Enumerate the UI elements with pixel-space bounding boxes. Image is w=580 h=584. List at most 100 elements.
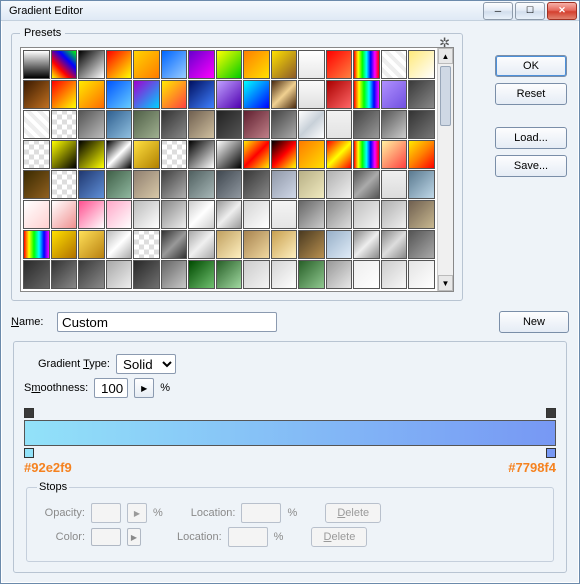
preset-swatch[interactable] (188, 260, 215, 289)
preset-swatch[interactable] (133, 140, 160, 169)
preset-swatch[interactable] (133, 50, 160, 79)
preset-swatch[interactable] (353, 50, 380, 79)
close-button[interactable]: ✕ (547, 2, 577, 20)
preset-swatch[interactable] (298, 200, 325, 229)
preset-swatch[interactable] (353, 230, 380, 259)
preset-swatch[interactable] (243, 170, 270, 199)
preset-swatch[interactable] (243, 80, 270, 109)
reset-button[interactable]: Reset (495, 83, 567, 105)
preset-swatch[interactable] (216, 230, 243, 259)
preset-swatch[interactable] (271, 140, 298, 169)
scroll-thumb[interactable] (440, 66, 451, 126)
preset-swatch[interactable] (298, 170, 325, 199)
preset-swatch[interactable] (381, 140, 408, 169)
preset-swatch[interactable] (216, 80, 243, 109)
preset-swatch[interactable] (408, 110, 435, 139)
preset-swatch[interactable] (216, 140, 243, 169)
preset-swatch[interactable] (216, 50, 243, 79)
preset-swatch[interactable] (216, 200, 243, 229)
opacity-stop-left[interactable] (24, 408, 34, 418)
minimize-button[interactable]: ─ (483, 2, 513, 20)
preset-swatch[interactable] (408, 260, 435, 289)
preset-swatch[interactable] (78, 200, 105, 229)
preset-swatch[interactable] (106, 110, 133, 139)
preset-swatch[interactable] (188, 170, 215, 199)
preset-swatch[interactable] (381, 260, 408, 289)
preset-swatch[interactable] (381, 80, 408, 109)
preset-swatch[interactable] (78, 230, 105, 259)
preset-swatch[interactable] (381, 170, 408, 199)
preset-swatch[interactable] (133, 170, 160, 199)
preset-swatch[interactable] (216, 170, 243, 199)
preset-swatch[interactable] (51, 170, 78, 199)
preset-swatch[interactable] (133, 80, 160, 109)
preset-swatch[interactable] (353, 260, 380, 289)
preset-swatch[interactable] (271, 80, 298, 109)
preset-swatch[interactable] (243, 140, 270, 169)
gradient-bar[interactable] (24, 420, 556, 446)
preset-swatch[interactable] (326, 50, 353, 79)
preset-swatch[interactable] (106, 200, 133, 229)
color-stop-right[interactable] (546, 448, 556, 458)
scroll-track[interactable] (438, 64, 453, 275)
preset-swatch[interactable] (161, 140, 188, 169)
presets-menu-icon[interactable]: ✲ (439, 35, 450, 51)
smoothness-stepper[interactable]: ▶ (134, 378, 154, 398)
preset-swatch[interactable] (353, 200, 380, 229)
maximize-button[interactable]: ☐ (515, 2, 545, 20)
preset-swatch[interactable] (188, 230, 215, 259)
ok-button[interactable]: OK (495, 55, 567, 77)
preset-swatch[interactable] (243, 260, 270, 289)
preset-swatch[interactable] (161, 260, 188, 289)
preset-swatch[interactable] (161, 230, 188, 259)
preset-swatch[interactable] (51, 230, 78, 259)
preset-swatch[interactable] (298, 50, 325, 79)
preset-swatch[interactable] (51, 140, 78, 169)
preset-swatch[interactable] (326, 110, 353, 139)
preset-swatch[interactable] (23, 110, 50, 139)
preset-swatch[interactable] (326, 230, 353, 259)
preset-swatch[interactable] (106, 50, 133, 79)
preset-swatch[interactable] (243, 50, 270, 79)
preset-swatch[interactable] (161, 170, 188, 199)
preset-swatch[interactable] (78, 110, 105, 139)
preset-swatch[interactable] (298, 80, 325, 109)
preset-swatch[interactable] (188, 110, 215, 139)
preset-swatch[interactable] (216, 110, 243, 139)
save-button[interactable]: Save... (495, 155, 567, 177)
smoothness-input[interactable] (94, 378, 128, 398)
preset-swatch[interactable] (106, 80, 133, 109)
preset-swatch[interactable] (353, 140, 380, 169)
preset-swatch[interactable] (23, 200, 50, 229)
preset-swatch[interactable] (161, 110, 188, 139)
preset-swatch[interactable] (23, 50, 50, 79)
preset-swatch[interactable] (78, 50, 105, 79)
preset-swatch[interactable] (243, 110, 270, 139)
gradient-type-select[interactable]: Solid (116, 354, 176, 374)
opacity-stop-right[interactable] (546, 408, 556, 418)
preset-swatch[interactable] (408, 80, 435, 109)
preset-swatch[interactable] (381, 110, 408, 139)
preset-swatch[interactable] (23, 80, 50, 109)
preset-swatch[interactable] (188, 140, 215, 169)
preset-swatch[interactable] (326, 260, 353, 289)
preset-swatch[interactable] (408, 140, 435, 169)
preset-swatch[interactable] (408, 50, 435, 79)
preset-swatch[interactable] (23, 170, 50, 199)
preset-swatch[interactable] (353, 80, 380, 109)
preset-swatch[interactable] (381, 230, 408, 259)
preset-swatch[interactable] (243, 230, 270, 259)
name-input[interactable] (57, 312, 277, 332)
preset-swatch[interactable] (216, 260, 243, 289)
preset-swatch[interactable] (271, 230, 298, 259)
preset-swatch[interactable] (133, 260, 160, 289)
preset-swatch[interactable] (78, 80, 105, 109)
preset-swatch[interactable] (161, 200, 188, 229)
preset-swatch[interactable] (51, 200, 78, 229)
preset-swatch[interactable] (381, 50, 408, 79)
preset-swatch[interactable] (381, 200, 408, 229)
preset-swatch[interactable] (326, 140, 353, 169)
preset-swatch[interactable] (133, 230, 160, 259)
preset-swatch[interactable] (408, 200, 435, 229)
preset-swatch[interactable] (78, 140, 105, 169)
